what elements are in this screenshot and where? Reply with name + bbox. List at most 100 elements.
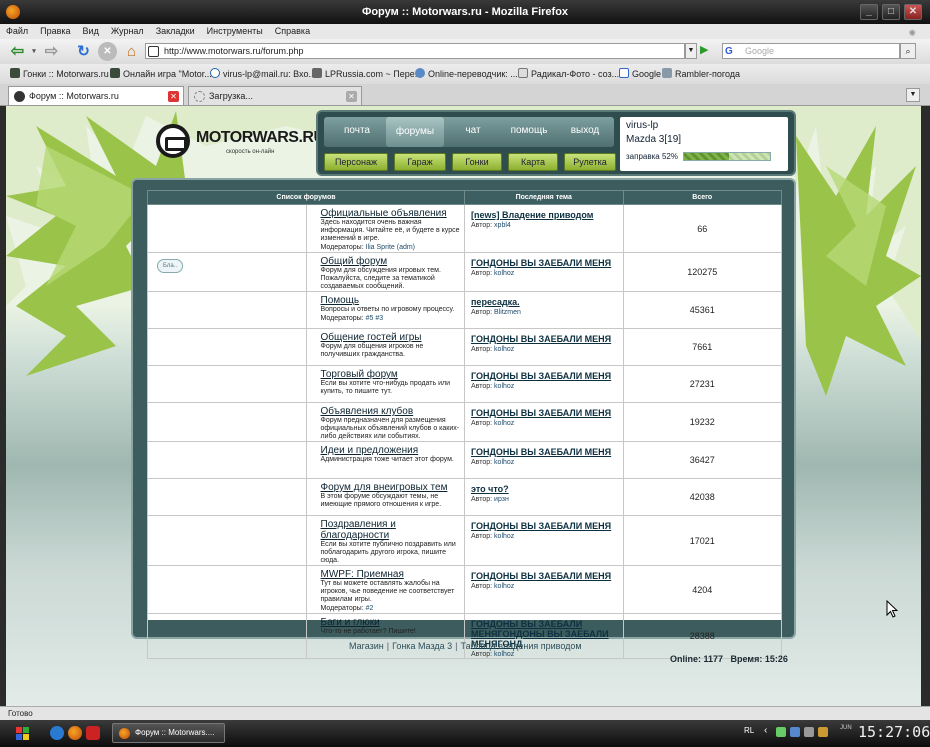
author-link[interactable]: kolhoz: [494, 459, 514, 466]
volume-icon[interactable]: [804, 727, 814, 737]
tab-loading[interactable]: Загрузка... ✕: [188, 86, 362, 105]
last-topic-link[interactable]: ГОНДОНЫ ВЫ ЗАЕБАЛИ МЕНЯ: [471, 371, 617, 381]
bookmark-item[interactable]: Online-переводчик: ...: [415, 64, 518, 84]
tab-list-icon[interactable]: ▼: [906, 88, 920, 102]
nav-roulette-button[interactable]: Рулетка: [564, 153, 616, 171]
author-link[interactable]: kolhoz: [494, 270, 514, 277]
last-topic-link[interactable]: ГОНДОНЫ ВЫ ЗАЕБАЛИ МЕНЯ: [471, 258, 617, 268]
forward-arrow-icon[interactable]: ⇨: [42, 42, 61, 61]
tray-icon[interactable]: [790, 727, 800, 737]
forum-title-link[interactable]: Официальные объявления: [321, 208, 461, 219]
close-tab-icon[interactable]: ✕: [168, 91, 179, 102]
nav-forums[interactable]: форумы: [386, 117, 444, 147]
bookmark-item[interactable]: Радикал-Фото - соз...: [518, 64, 619, 84]
moderator-link[interactable]: #2: [366, 605, 374, 612]
address-dropdown-icon[interactable]: ▼: [685, 43, 697, 59]
author-link[interactable]: xpbl4: [494, 222, 511, 229]
last-topic-link[interactable]: пересадка.: [471, 297, 617, 307]
nav-mail[interactable]: почта: [332, 125, 382, 136]
bookmark-item[interactable]: LPRussia.com ~ Пере...: [312, 64, 422, 84]
search-icon[interactable]: ⌕: [900, 43, 916, 59]
tray-expand-icon[interactable]: ‹: [764, 725, 767, 736]
last-topic-link[interactable]: ГОНДОНЫ ВЫ ЗАЕБАЛИ МЕНЯ: [471, 571, 617, 581]
forum-title-link[interactable]: Баги и глюки: [321, 617, 461, 628]
forum-title-link[interactable]: Форум для внеигровых тем: [321, 482, 461, 493]
tray-icon[interactable]: [776, 727, 786, 737]
last-topic-link[interactable]: ГОНДОНЫ ВЫ ЗАЕБАЛИ МЕНЯ: [471, 521, 617, 531]
menu-history[interactable]: Журнал: [111, 26, 144, 36]
nav-races-button[interactable]: Гонки: [452, 153, 502, 171]
footer-link-mazda-race[interactable]: Гонка Мазда 3: [392, 641, 452, 651]
bookmark-item[interactable]: Rambler-погода: [662, 64, 740, 84]
author-link[interactable]: kolhoz: [494, 533, 514, 540]
forum-title-link[interactable]: Помощь: [321, 295, 461, 306]
footer-link-shop[interactable]: Магазин: [349, 641, 384, 651]
forum-title-link[interactable]: Общий форум: [321, 256, 461, 267]
forum-row: Торговый форум Если вы хотите что-нибудь …: [147, 365, 782, 403]
home-icon[interactable]: ⌂: [122, 42, 141, 61]
forum-title-link[interactable]: Объявления клубов: [321, 406, 461, 417]
search-input[interactable]: G Google: [722, 43, 900, 59]
minimize-button[interactable]: _: [860, 4, 878, 20]
menu-bookmarks[interactable]: Закладки: [156, 26, 195, 36]
last-topic-link[interactable]: ГОНДОНЫ ВЫ ЗАЕБАЛИ МЕНЯ: [471, 447, 617, 457]
app-icon[interactable]: [86, 726, 100, 740]
firefox-icon[interactable]: [68, 726, 82, 740]
back-arrow-icon[interactable]: ⇦: [8, 42, 27, 61]
nav-help[interactable]: помощь: [502, 125, 556, 136]
bookmark-item[interactable]: Гонки :: Motorwars.ru: [10, 64, 109, 84]
ie-icon[interactable]: [50, 726, 64, 740]
tray-icon[interactable]: [818, 727, 828, 737]
user-name[interactable]: virus-lp: [626, 120, 658, 131]
bookmark-item[interactable]: virus-lp@mail.ru: Вхо...: [210, 64, 316, 84]
nav-character-button[interactable]: Персонаж: [324, 153, 388, 171]
author-link[interactable]: kolhoz: [494, 420, 514, 427]
menu-edit[interactable]: Правка: [40, 26, 70, 36]
bookmark-item[interactable]: Google: [619, 64, 661, 84]
author-link[interactable]: kolhoz: [494, 651, 514, 658]
address-bar[interactable]: http://www.motorwars.ru/forum.php: [145, 43, 685, 59]
tab-forum[interactable]: Форум :: Motorwars.ru ✕: [8, 86, 184, 105]
moderator-link[interactable]: Ilia Sprite (adm): [366, 244, 415, 251]
author-link[interactable]: ирзн: [494, 496, 509, 503]
menu-file[interactable]: Файл: [6, 26, 28, 36]
author-link[interactable]: Blitzmen: [494, 309, 521, 316]
nav-garage-button[interactable]: Гараж: [394, 153, 446, 171]
reload-icon[interactable]: ↻: [74, 42, 93, 61]
clock[interactable]: 15:27:06: [858, 723, 930, 741]
author-link[interactable]: kolhoz: [494, 346, 514, 353]
last-topic-link[interactable]: ГОНДОНЫ ВЫ ЗАЕБАЛИ МЕНЯ: [471, 408, 617, 418]
last-topic-link[interactable]: [news] Владение приводом: [471, 210, 617, 220]
bookmark-item[interactable]: Онлайн игра "Motor...: [110, 64, 212, 84]
close-tab-icon[interactable]: ✕: [346, 91, 357, 102]
forum-title-link[interactable]: MWPF: Приемная: [321, 569, 461, 580]
forum-title-link[interactable]: Торговый форум: [321, 369, 461, 380]
nav-logout[interactable]: выход: [560, 125, 610, 136]
last-topic-link[interactable]: ГОНДОНЫ ВЫ ЗАЕБАЛИ МЕНЯ: [471, 334, 617, 344]
author-link[interactable]: kolhoz: [494, 583, 514, 590]
forum-title-link[interactable]: Поздравления и благодарности: [321, 519, 461, 541]
menu-tools[interactable]: Инструменты: [207, 26, 263, 36]
taskbar-task-firefox[interactable]: Форум :: Motorwars....: [112, 723, 225, 743]
moderator-link[interactable]: #5 #3: [366, 315, 384, 322]
forum-row: Помощь Вопросы и ответы по игровому проце…: [147, 291, 782, 329]
nav-chat[interactable]: чат: [448, 125, 498, 136]
title-bar[interactable]: Форум :: Motorwars.ru - Mozilla Firefox …: [0, 0, 930, 24]
language-indicator[interactable]: RL: [744, 726, 754, 735]
forum-title-link[interactable]: Идеи и предложения: [321, 445, 461, 456]
forum-icon-cell: [147, 402, 307, 442]
maximize-button[interactable]: □: [882, 4, 900, 20]
menu-view[interactable]: Вид: [83, 26, 99, 36]
menu-help[interactable]: Справка: [275, 26, 310, 36]
windows-start-icon[interactable]: [10, 724, 36, 744]
nav-map-button[interactable]: Карта: [508, 153, 558, 171]
last-topic-link[interactable]: это что?: [471, 484, 617, 494]
close-button[interactable]: ✕: [904, 4, 922, 20]
site-logo[interactable]: MOTORWARS.RU скорость он-лайн: [156, 124, 325, 158]
author-link[interactable]: kolhoz: [494, 383, 514, 390]
back-dropdown-icon[interactable]: ▾: [30, 42, 38, 61]
forum-title-link[interactable]: Общение гостей игры: [321, 332, 461, 343]
stop-icon[interactable]: ✕: [98, 42, 117, 61]
go-icon[interactable]: ▶: [700, 43, 714, 59]
footer-link-drive-table[interactable]: Таблица владения приводом: [461, 641, 582, 651]
